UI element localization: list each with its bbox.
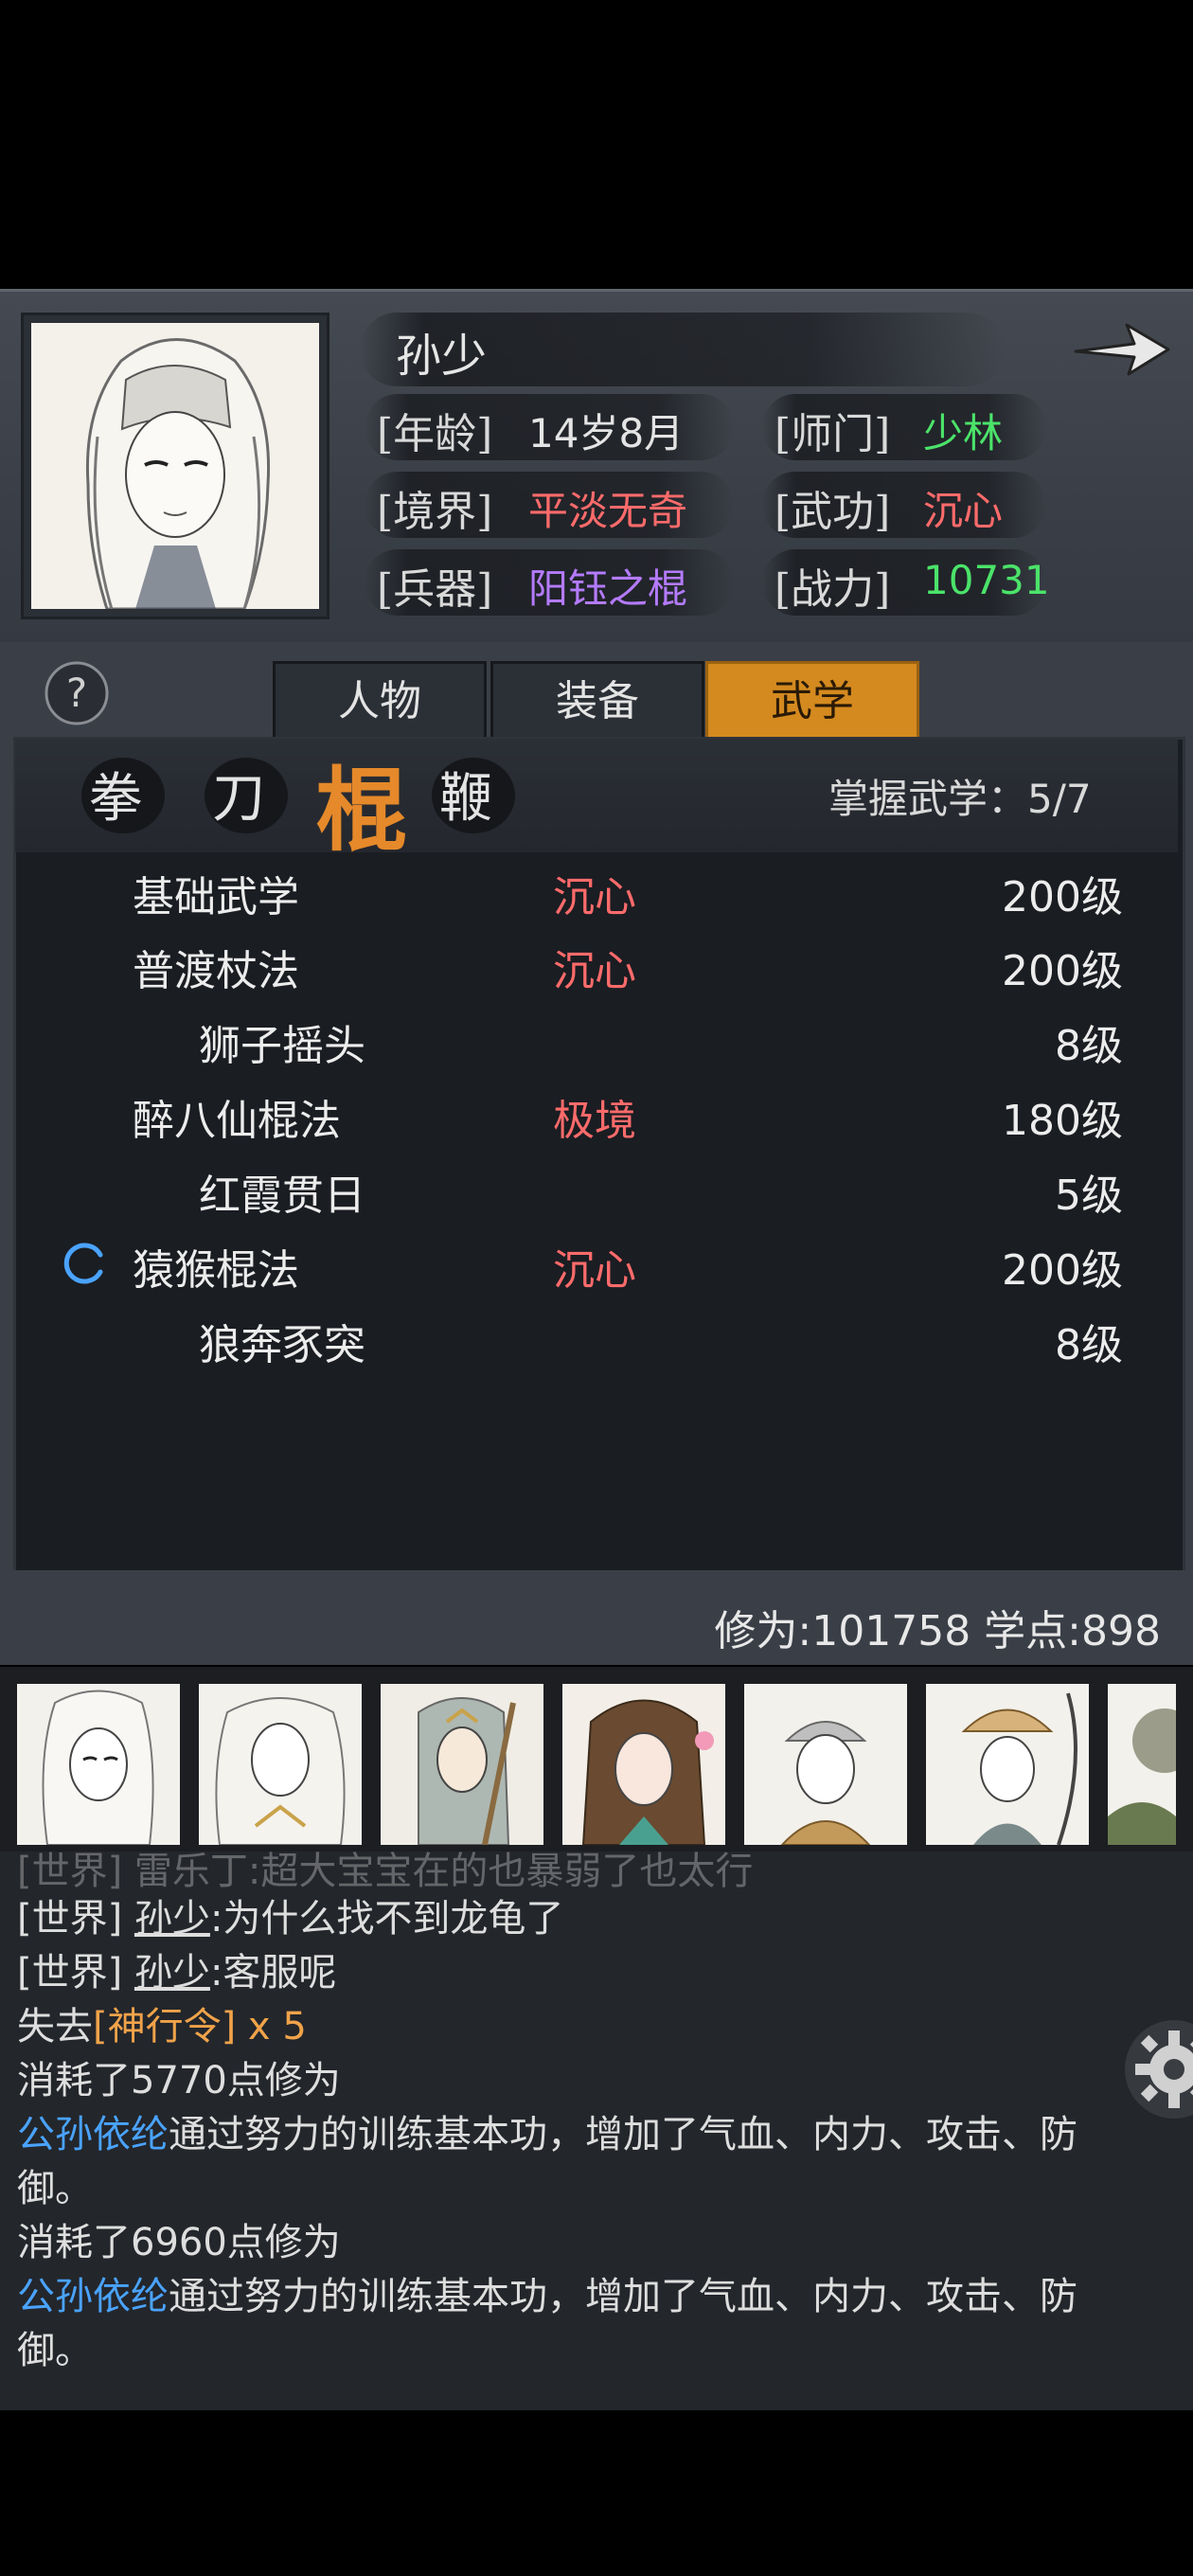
chat-line: [世界] 孙少:客服呢	[17, 1941, 336, 1996]
list-item[interactable]: 红霞贯日 5级	[15, 1154, 1178, 1227]
cultivation-points: 修为:101758 学点:898	[714, 1607, 1161, 1655]
tab-martial-arts[interactable]: 武学	[705, 661, 919, 742]
next-arrow-icon[interactable]	[1070, 315, 1174, 382]
kungfu-level: 8级	[1055, 1321, 1123, 1369]
kungfu-name: 基础武学	[133, 873, 299, 921]
power-label: [战力]	[775, 565, 891, 614]
kungfu-state: 沉心	[553, 947, 636, 995]
chat-message: :为什么找不到龙龟了	[209, 1897, 564, 1941]
chat-line: 失去[神行令] x 5	[17, 1995, 307, 2050]
item-count: x 5	[236, 2005, 307, 2048]
chat-log[interactable]: [世界] 雷乐丁:超大宝宝在的也暴弱了也太行 [世界] 孙少:为什么找不到龙龟了…	[0, 1850, 1193, 2410]
sect-label: [师门]	[775, 410, 891, 458]
party-portrait-strip	[0, 1667, 1193, 1852]
realm-label: [境界]	[377, 488, 493, 536]
character-panel: 孙少 [年龄] 14岁8月 [师门] 少林 [境界] 平淡无奇 [武功] 沉心 …	[0, 289, 1193, 645]
martial-value: 沉心	[923, 488, 1004, 534]
party-portrait[interactable]	[744, 1684, 907, 1845]
list-item[interactable]: 普渡杖法 沉心 200级	[15, 929, 1178, 1003]
chat-line: 御。	[17, 2167, 93, 2210]
party-portrait[interactable]	[1108, 1684, 1176, 1845]
settings-gear-icon[interactable]	[1122, 2017, 1193, 2121]
kungfu-name: 狼奔豕突	[199, 1321, 365, 1369]
party-portrait[interactable]	[381, 1684, 543, 1845]
mastery-count: 掌握武学：5/7	[828, 776, 1092, 822]
power-value: 10731	[923, 557, 1050, 603]
svg-text:?: ?	[66, 670, 87, 716]
chat-line: 御。	[17, 2329, 93, 2372]
kungfu-state: 沉心	[553, 1246, 636, 1295]
kungfu-name: 普渡杖法	[133, 947, 299, 995]
weapon-label: [兵器]	[377, 565, 493, 614]
party-portrait[interactable]	[926, 1684, 1089, 1845]
chat-message: :客服呢	[209, 1951, 337, 1995]
martial-label: [武功]	[775, 488, 891, 536]
kungfu-name: 狮子摇头	[199, 1022, 365, 1070]
kungfu-level: 5级	[1055, 1172, 1123, 1220]
item-link[interactable]: [神行令]	[93, 2005, 236, 2048]
category-fist[interactable]: 拳	[81, 756, 165, 833]
character-link[interactable]: 公孙依纶	[17, 2275, 169, 2318]
chat-line: 消耗了6960点修为	[17, 2221, 341, 2264]
party-portrait[interactable]	[199, 1684, 362, 1845]
tab-character[interactable]: 人物	[273, 661, 487, 742]
kungfu-state: 极境	[553, 1097, 636, 1145]
tab-equipment[interactable]: 装备	[490, 661, 704, 742]
kungfu-name: 红霞贯日	[199, 1172, 365, 1220]
channel-tag: [世界]	[17, 1951, 123, 1995]
kungfu-name: 醉八仙棍法	[133, 1097, 341, 1145]
weapon-value[interactable]: 阳钰之棍	[528, 557, 687, 615]
sect-value: 少林	[923, 410, 1004, 456]
stats-bar: 修为:101758 学点:898	[0, 1570, 1193, 1665]
kungfu-level: 200级	[1002, 873, 1123, 921]
kungfu-name: 猿猴棍法	[133, 1246, 299, 1295]
channel-tag: [世界]	[17, 1897, 123, 1941]
kungfu-level: 200级	[1002, 1246, 1123, 1295]
age-label: [年龄]	[377, 410, 493, 458]
character-link[interactable]: 公孙依纶	[17, 2113, 169, 2156]
realm-value: 平淡无奇	[528, 488, 688, 534]
list-item[interactable]: 醉八仙棍法 极境 180级	[15, 1079, 1178, 1153]
category-whip[interactable]: 鞭	[432, 756, 515, 833]
party-portrait[interactable]	[562, 1684, 725, 1845]
list-item[interactable]: 狮子摇头 8级	[15, 1004, 1178, 1078]
character-portrait	[31, 323, 319, 611]
kungfu-level: 8级	[1055, 1022, 1123, 1070]
chat-username-link[interactable]: 孙少	[134, 1951, 210, 1995]
kungfu-state: 沉心	[553, 873, 636, 921]
chat-message: 通过努力的训练基本功，增加了气血、内力、攻击、防	[169, 2113, 1077, 2156]
chat-line: 公孙依纶通过努力的训练基本功，增加了气血、内力、攻击、防	[17, 2103, 1077, 2158]
chat-line: [世界] 孙少:为什么找不到龙龟了	[17, 1887, 563, 1942]
chat-line: 公孙依纶通过努力的训练基本功，增加了气血、内力、攻击、防	[17, 2265, 1077, 2320]
list-item[interactable]: 狼奔豕突 8级	[15, 1303, 1178, 1377]
chat-line: 消耗了5770点修为	[17, 2059, 341, 2102]
character-name: 孙少	[396, 330, 488, 383]
kungfu-level: 180级	[1002, 1097, 1123, 1145]
loading-spinner-icon	[62, 1242, 106, 1289]
chat-message: 通过努力的训练基本功，增加了气血、内力、攻击、防	[169, 2275, 1077, 2318]
party-portrait[interactable]	[17, 1684, 180, 1845]
chat-message: 失去	[17, 2005, 93, 2048]
list-item[interactable]: 基础武学 沉心 200级	[15, 855, 1178, 929]
character-portrait-frame[interactable]	[21, 313, 329, 619]
kungfu-panel: ? 人物 装备 武学 拳 刀 棍 鞭 掌握武学：5/7 基础武学 沉心 200级…	[0, 642, 1193, 1665]
chat-username-link[interactable]: 孙少	[134, 1897, 210, 1941]
age-value: 14岁8月	[528, 410, 685, 456]
category-blade[interactable]: 刀	[205, 756, 288, 833]
help-icon[interactable]: ?	[43, 659, 111, 727]
list-item[interactable]: 猿猴棍法 沉心 200级	[15, 1228, 1178, 1302]
category-staff[interactable]: 棍	[316, 737, 407, 868]
kungfu-level: 200级	[1002, 947, 1123, 995]
